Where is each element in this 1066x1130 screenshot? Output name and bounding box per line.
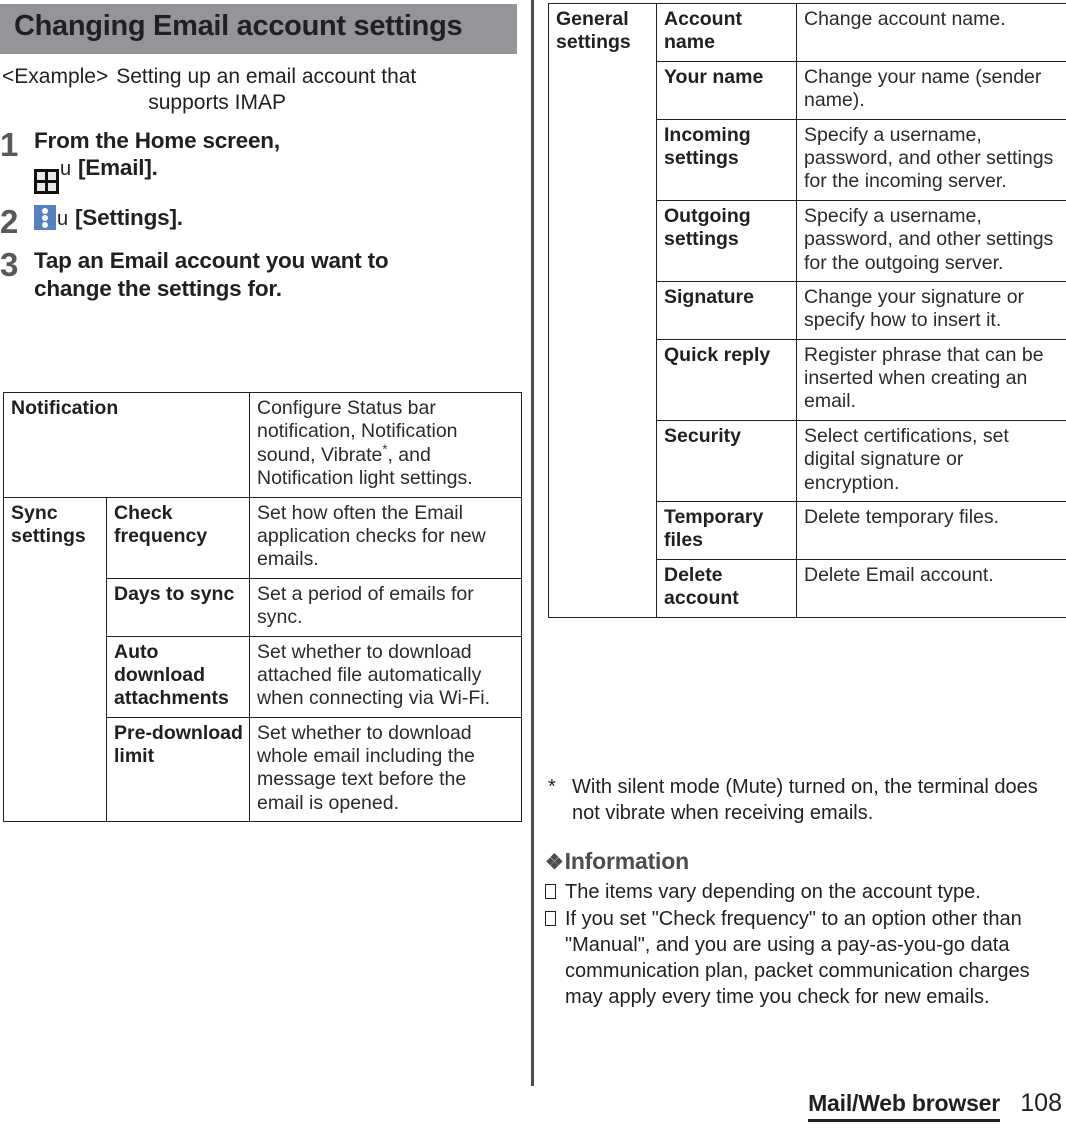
step-3-body: Tap an Email account you want to change …: [34, 247, 520, 302]
example-line-1: Setting up an email account that: [116, 64, 417, 88]
row-desc-auto-download-attachments: Set whether to download attached file au…: [249, 635, 522, 718]
row-label-check-frequency: Check frequency: [106, 496, 250, 579]
row-desc-quick-reply: Register phrase that can be inserted whe…: [796, 338, 1066, 421]
page-title: Changing Email account settings: [14, 10, 463, 42]
tofu-bullet-icon: [545, 906, 565, 1010]
list-item: If you set "Check frequency" to an optio…: [545, 906, 1066, 1010]
step-1-number: 1: [0, 125, 19, 163]
row-label-account-name: Account name: [656, 3, 797, 62]
step-3-line-2: change the settings for.: [34, 275, 282, 301]
step-1-target: [Email].: [78, 154, 158, 180]
footnote: * With silent mode (Mute) turned on, the…: [548, 775, 1066, 826]
row-label-incoming-settings: Incoming settings: [656, 118, 797, 201]
row-desc-days-to-sync: Set a period of emails for sync.: [249, 577, 522, 637]
row-label-security: Security: [656, 419, 797, 503]
step-1-body: From the Home screen, u [Email].: [34, 127, 520, 194]
step-1-key: u: [60, 157, 71, 180]
row-label-your-name: Your name: [656, 60, 797, 120]
chapter-banner: Changing Email account settings: [0, 4, 517, 54]
table-row: Notification Configure Status bar notifi…: [3, 392, 522, 498]
example-body: Setting up an email account that support…: [108, 64, 416, 117]
row-desc-your-name: Change your name (sender name).: [796, 60, 1066, 120]
step-2: 2 u [Settings].: [0, 202, 520, 240]
footer-page-number: 108: [1020, 1089, 1062, 1117]
tofu-bullet-icon: [545, 879, 565, 905]
list-item: The items vary depending on the account …: [545, 879, 1066, 905]
information-heading-label: Information: [564, 848, 689, 874]
information-block: ❖Information The items vary depending on…: [545, 848, 1066, 1011]
diamond-icon: ❖: [545, 851, 564, 874]
row-group-sync-settings: Sync settings: [3, 496, 107, 823]
row-label-pre-download-limit: Pre-download limit: [106, 716, 250, 823]
row-label-days-to-sync: Days to sync: [106, 577, 250, 637]
overflow-menu-icon: [34, 204, 56, 230]
example-block: <Example> Setting up an email account th…: [2, 64, 520, 117]
table-row: General settings Account name Change acc…: [548, 3, 1066, 618]
row-label-signature: Signature: [656, 280, 797, 340]
general-settings-table: General settings Account name Change acc…: [548, 3, 1066, 618]
row-label-temporary-files: Temporary files: [656, 501, 797, 560]
row-desc-security: Select certifications, set digital signa…: [796, 419, 1066, 503]
row-desc-check-frequency: Set how often the Email application chec…: [249, 496, 522, 579]
step-1: 1 From the Home screen, u [Email].: [0, 127, 520, 194]
step-3-line-1: Tap an Email account you want to: [34, 248, 389, 274]
app-drawer-icon: [34, 168, 59, 194]
step-3-number: 3: [0, 246, 19, 284]
information-heading: ❖Information: [545, 848, 1066, 875]
step-1-line-2: u [Email].: [34, 154, 520, 194]
row-desc-incoming-settings: Specify a username, password, and other …: [796, 118, 1066, 201]
step-1-line-1: From the Home screen,: [34, 127, 280, 153]
page-footer: Mail/Web browser 108: [808, 1089, 1062, 1122]
example-label: <Example>: [2, 64, 109, 88]
row-group-general-settings: General settings: [548, 3, 657, 618]
row-label-outgoing-settings: Outgoing settings: [656, 199, 797, 282]
left-column: Changing Email account settings <Example…: [0, 0, 520, 302]
information-item-text: If you set "Check frequency" to an optio…: [565, 908, 1030, 1008]
footnote-text: With silent mode (Mute) turned on, the t…: [572, 776, 1038, 824]
row-desc-delete-account: Delete Email account.: [796, 558, 1066, 618]
step-2-key: u: [57, 207, 68, 230]
row-desc-outgoing-settings: Specify a username, password, and other …: [796, 199, 1066, 282]
step-2-body: u [Settings].: [34, 204, 520, 231]
step-3: 3 Tap an Email account you want to chang…: [0, 247, 520, 302]
manual-page: Changing Email account settings <Example…: [0, 0, 1066, 1130]
footnote-marker: *: [548, 776, 556, 798]
footnote-ref-asterisk: *: [382, 441, 388, 457]
row-desc-notification: Configure Status bar notification, Notif…: [249, 392, 522, 498]
step-2-line-1: u [Settings].: [34, 204, 520, 231]
footer-section-title: Mail/Web browser: [808, 1090, 1000, 1122]
row-desc-pre-download-limit: Set whether to download whole email incl…: [249, 716, 522, 823]
example-line-2: supports IMAP: [148, 91, 286, 115]
table-row: Sync settings Check frequency Set how of…: [3, 496, 522, 823]
information-item-text: The items vary depending on the account …: [565, 881, 981, 903]
row-label-quick-reply: Quick reply: [656, 338, 797, 421]
sync-settings-table: Notification Configure Status bar notifi…: [3, 392, 522, 823]
row-desc-account-name: Change account name.: [796, 3, 1066, 62]
row-label-delete-account: Delete account: [656, 558, 797, 618]
row-label-notification: Notification: [3, 392, 250, 498]
column-divider: [531, 0, 534, 1086]
step-2-target: [Settings].: [75, 204, 183, 230]
row-label-auto-download-attachments: Auto download attachments: [106, 635, 250, 718]
row-desc-signature: Change your signature or specify how to …: [796, 280, 1066, 340]
row-desc-temporary-files: Delete temporary files.: [796, 501, 1066, 560]
step-2-number: 2: [0, 202, 19, 240]
